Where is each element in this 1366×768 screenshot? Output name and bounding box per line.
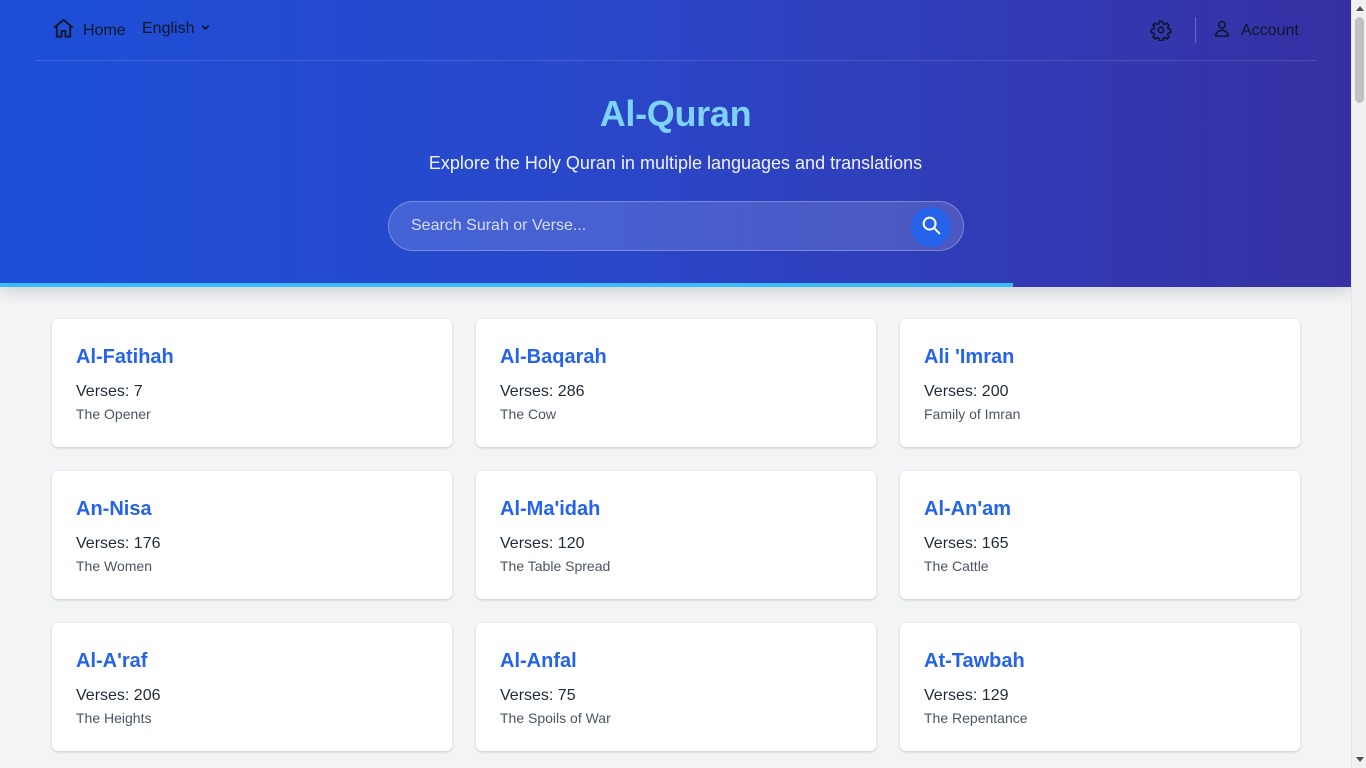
scroll-up-arrow-icon[interactable]: [1352, 0, 1366, 17]
surah-name: Al-Ma'idah: [500, 498, 601, 520]
search-input[interactable]: [411, 202, 891, 250]
surah-verse-count: Verses: 176: [76, 535, 161, 552]
account-link[interactable]: Account: [1213, 19, 1299, 43]
surah-meaning: The Cow: [500, 406, 557, 422]
surah-card[interactable]: Al-An'am Verses: 165 The Cattle: [900, 471, 1300, 599]
surah-meaning: Family of Imran: [924, 406, 1021, 422]
search-button[interactable]: [911, 207, 951, 247]
nav-divider: [1195, 17, 1196, 43]
surah-name: Al-Baqarah: [500, 346, 607, 368]
surah-verse-count: Verses: 120: [500, 535, 585, 552]
surah-meaning: The Heights: [76, 710, 152, 726]
chevron-down-icon: [200, 20, 211, 38]
surah-card[interactable]: Al-Baqarah Verses: 286 The Cow: [476, 319, 876, 447]
gear-icon: [1150, 20, 1172, 45]
surah-meaning: The Spoils of War: [500, 710, 611, 726]
surah-card[interactable]: An-Nisa Verses: 176 The Women: [52, 471, 452, 599]
surah-meaning: The Women: [76, 558, 152, 574]
top-nav: Home English Account: [36, 0, 1316, 61]
surah-verse-count: Verses: 206: [76, 687, 161, 704]
surah-card[interactable]: At-Tawbah Verses: 129 The Repentance: [900, 623, 1300, 751]
surah-meaning: The Cattle: [924, 558, 989, 574]
surah-card[interactable]: Ali 'Imran Verses: 200 Family of Imran: [900, 319, 1300, 447]
surah-name: Al-A'raf: [76, 650, 148, 672]
surah-verse-count: Verses: 286: [500, 383, 585, 400]
language-label: English: [142, 20, 195, 37]
home-link[interactable]: Home: [52, 17, 126, 45]
scroll-down-arrow-icon[interactable]: [1352, 751, 1366, 768]
surah-card[interactable]: Al-Ma'idah Verses: 120 The Table Spread: [476, 471, 876, 599]
search-bar: [388, 201, 964, 251]
page-title: Al-Quran: [599, 93, 752, 134]
surah-card[interactable]: Al-A'raf Verses: 206 The Heights: [52, 623, 452, 751]
account-label: Account: [1241, 22, 1299, 39]
surah-name: Ali 'Imran: [924, 346, 1015, 368]
scroll-thumb[interactable]: [1355, 17, 1364, 103]
settings-button[interactable]: [1150, 19, 1172, 42]
scrollbar[interactable]: [1351, 0, 1366, 768]
surah-verse-count: Verses: 75: [500, 687, 576, 704]
language-dropdown[interactable]: English: [142, 20, 211, 38]
surah-grid: Al-Fatihah Verses: 7 The Opener Al-Baqarah V…: [52, 319, 1300, 751]
surah-verse-count: Verses: 165: [924, 535, 1009, 552]
user-icon: [1213, 19, 1231, 43]
hero-header: Home English Account Al-Quran Explore th…: [0, 0, 1351, 287]
surah-card[interactable]: Al-Fatihah Verses: 7 The Opener: [52, 319, 452, 447]
surah-name: Al-Fatihah: [76, 346, 174, 368]
surah-name: Al-Anfal: [500, 650, 577, 672]
home-icon: [52, 17, 75, 45]
surah-name: At-Tawbah: [924, 650, 1025, 672]
surah-meaning: The Table Spread: [500, 558, 611, 574]
surah-meaning: The Opener: [76, 406, 151, 422]
surah-name: An-Nisa: [76, 498, 152, 520]
surah-meaning: The Repentance: [924, 710, 1028, 726]
search-icon: [920, 214, 942, 241]
progress-fill: [0, 283, 1014, 287]
progress-bar: [0, 283, 1351, 287]
surah-verse-count: Verses: 200: [924, 383, 1009, 400]
page-subtitle: Explore the Holy Quran in multiple langu…: [428, 153, 923, 173]
surah-name: Al-An'am: [924, 498, 1011, 520]
home-label: Home: [83, 22, 126, 39]
surah-verse-count: Verses: 7: [76, 383, 143, 400]
surah-verse-count: Verses: 129: [924, 687, 1009, 704]
page: Home English Account Al-Quran Explore th…: [0, 0, 1351, 768]
surah-card[interactable]: Al-Anfal Verses: 75 The Spoils of War: [476, 623, 876, 751]
